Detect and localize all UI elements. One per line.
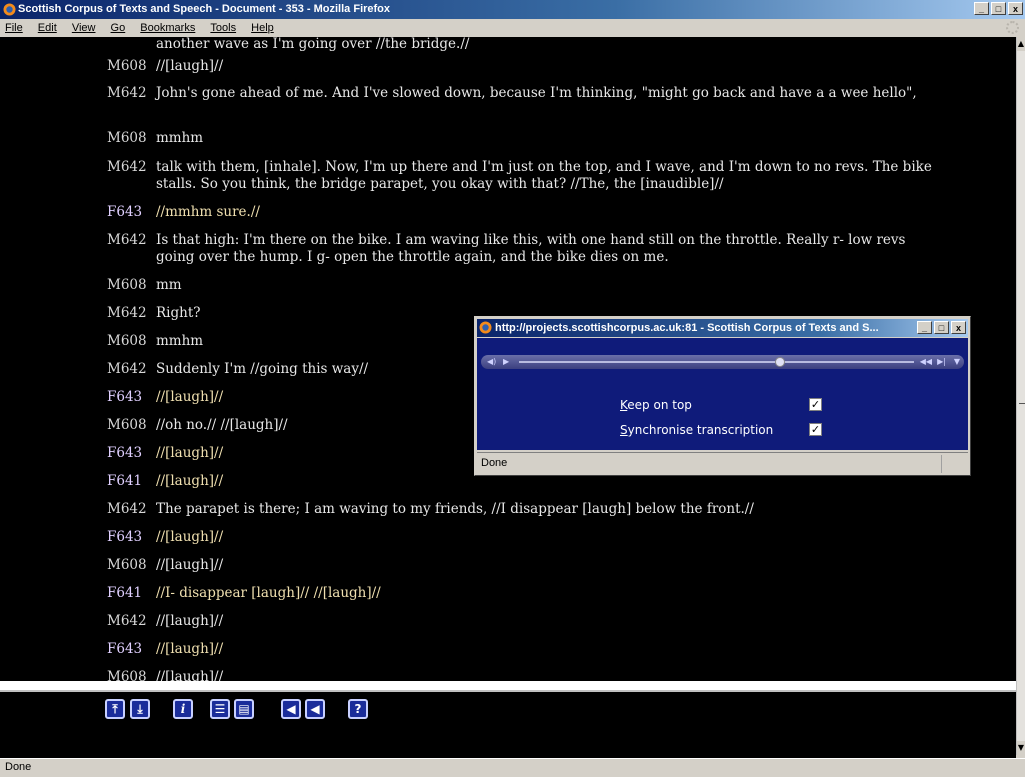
utterance: The parapet is there; I am waving to my … [156, 501, 754, 517]
menu-bookmarks[interactable]: Bookmarks [134, 19, 201, 37]
utterance: another wave as I'm going over //the bri… [156, 37, 470, 52]
popup-window-controls: _ □ x [917, 321, 966, 334]
menu-file[interactable]: File [0, 19, 29, 37]
speaker-id: M642 [107, 501, 147, 517]
menu-bar: File Edit View Go Bookmarks Tools Help [0, 19, 1025, 37]
window-controls: _ □ x [974, 2, 1023, 15]
speaker-id: F643 [107, 641, 143, 657]
audio-player-button[interactable]: ◀ [305, 699, 325, 719]
throbber-icon [1006, 21, 1019, 34]
go-to-bottom-button[interactable]: ⤓ [130, 699, 150, 719]
scroll-up-icon[interactable]: ▲ [1017, 37, 1025, 51]
speaker-id: M642 [107, 159, 147, 175]
speaker-id: M608 [107, 277, 147, 293]
speaker-id: M608 [107, 58, 147, 74]
info-button[interactable]: i [173, 699, 193, 719]
media-player-popup: http://projects.scottishcorpus.ac.uk:81 … [474, 316, 971, 476]
utterance: mmhm [156, 130, 204, 146]
audio-button[interactable]: ◀ [281, 699, 301, 719]
utterance: //[laugh]// [156, 529, 224, 545]
utterance: mm [156, 277, 182, 293]
audio-player: ◀) ▶ ◀◀ ▶| ▼ [481, 355, 964, 369]
speaker-id: M642 [107, 361, 147, 377]
speaker-id: M608 [107, 557, 147, 573]
speaker-id: M608 [107, 130, 147, 146]
speaker-id: M608 [107, 333, 147, 349]
utterance: //I- disappear [laugh]// //[laugh]// [156, 585, 381, 601]
menu-go[interactable]: Go [105, 19, 132, 37]
text-view-button[interactable]: ☰ [210, 699, 230, 719]
utterance: //[laugh]// [156, 613, 224, 629]
utterance: //[laugh]// [156, 641, 224, 657]
popup-close-button[interactable]: x [951, 321, 966, 334]
synchronise-transcription-checkbox[interactable]: ✓ [809, 423, 822, 436]
text-audio-view-button[interactable]: ▤ [234, 699, 254, 719]
popup-status-text: Done [481, 457, 508, 469]
player-menu-icon[interactable]: ▼ [954, 355, 960, 369]
resize-grip-icon[interactable] [941, 455, 968, 473]
utterance: talk with them, [inhale]. Now, I'm up th… [156, 159, 932, 192]
speaker-id: M608 [107, 669, 147, 681]
popup-maximize-button[interactable]: □ [934, 321, 949, 334]
popup-titlebar: http://projects.scottishcorpus.ac.uk:81 … [477, 319, 968, 337]
scroll-marker [1019, 403, 1025, 404]
menu-help[interactable]: Help [245, 19, 280, 37]
popup-title: http://projects.scottishcorpus.ac.uk:81 … [495, 322, 879, 334]
speaker-id: F643 [107, 204, 143, 220]
scroll-down-icon[interactable]: ▼ [1017, 741, 1025, 755]
popup-status-bar: Done [477, 452, 968, 473]
speaker-id: M642 [107, 85, 147, 101]
seek-track[interactable] [519, 361, 914, 363]
window-title: Scottish Corpus of Texts and Speech - Do… [18, 3, 391, 15]
speaker-id: M642 [107, 232, 147, 248]
volume-icon[interactable]: ◀) [487, 355, 496, 369]
utterance: //[laugh]// [156, 557, 224, 573]
popup-minimize-button[interactable]: _ [917, 321, 932, 334]
status-bar: Done [0, 758, 1025, 777]
keep-on-top-checkbox[interactable]: ✓ [809, 398, 822, 411]
close-button[interactable]: x [1008, 2, 1023, 15]
speaker-id: F643 [107, 445, 143, 461]
help-button[interactable]: ? [348, 699, 368, 719]
status-text: Done [5, 761, 32, 773]
speaker-id: M642 [107, 305, 147, 321]
vertical-scrollbar[interactable]: ▲ ▼ [1016, 37, 1025, 755]
popup-body: ◀) ▶ ◀◀ ▶| ▼ Keep on top ✓ Synchronise t… [477, 338, 968, 450]
window-titlebar: Scottish Corpus of Texts and Speech - Do… [0, 0, 1025, 19]
menu-edit[interactable]: Edit [32, 19, 63, 37]
play-icon[interactable]: ▶ [503, 355, 509, 369]
speaker-id: F641 [107, 473, 143, 489]
go-to-top-button[interactable]: ⤒ [105, 699, 125, 719]
document-toolbar: ⤒ ⤓ i ☰ ▤ ◀ ◀ ? [0, 692, 1016, 758]
speaker-id: F643 [107, 529, 143, 545]
menu-tools[interactable]: Tools [204, 19, 242, 37]
utterance: //mmhm sure.// [156, 204, 260, 220]
speaker-id: F643 [107, 389, 143, 405]
speaker-id: M642 [107, 613, 147, 629]
utterance: John's gone ahead of me. And I've slowed… [156, 85, 917, 101]
speaker-id: F641 [107, 585, 143, 601]
maximize-button[interactable]: □ [991, 2, 1006, 15]
speaker-id: M608 [107, 417, 147, 433]
utterance: Is that high: I'm there on the bike. I a… [156, 232, 906, 265]
synchronise-transcription-label: Synchronise transcription [620, 423, 774, 437]
keep-on-top-label: Keep on top [620, 398, 692, 412]
frame-divider[interactable] [0, 681, 1016, 692]
next-icon[interactable]: ▶| [937, 355, 946, 369]
utterance: //[laugh]// [156, 58, 224, 74]
utterance: //[laugh]// [156, 669, 224, 681]
minimize-button[interactable]: _ [974, 2, 989, 15]
firefox-icon [3, 3, 16, 16]
menu-view[interactable]: View [66, 19, 102, 37]
previous-icon[interactable]: ◀◀ [920, 355, 932, 369]
firefox-icon [479, 321, 492, 334]
seek-slider-knob[interactable] [774, 357, 785, 367]
